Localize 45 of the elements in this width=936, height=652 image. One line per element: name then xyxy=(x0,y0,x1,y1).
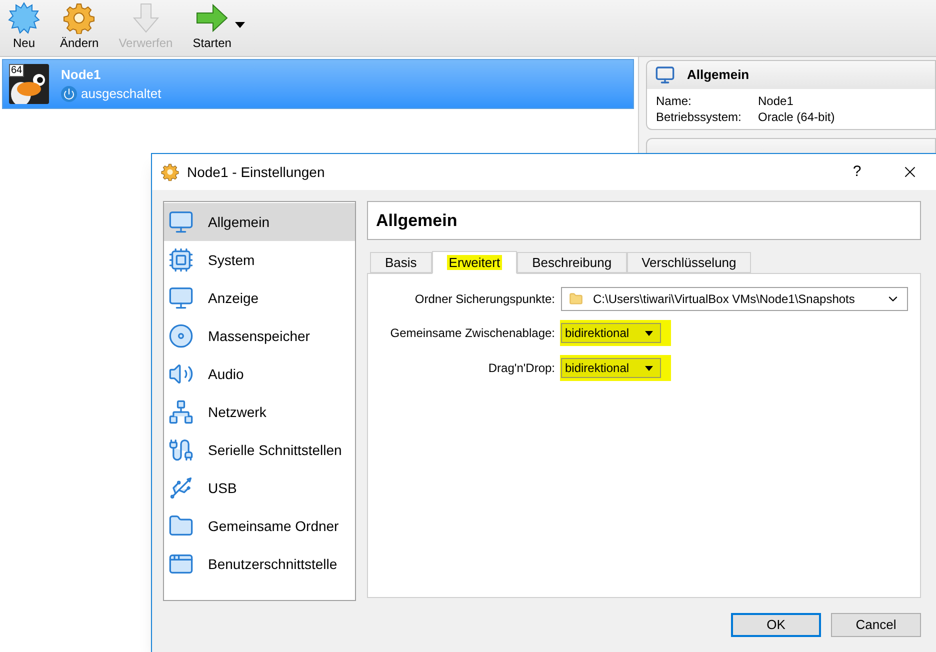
vm-state: ausgeschaltet xyxy=(81,85,162,103)
starburst-icon xyxy=(8,2,40,34)
dialog-button[interactable]: OK xyxy=(731,613,821,637)
category-icon xyxy=(168,285,194,311)
toolbar-button[interactable]: Neu xyxy=(4,2,44,52)
penguin-icon xyxy=(9,64,49,104)
section-title: Allgemein xyxy=(687,66,750,84)
sidebar-item[interactable]: Allgemein xyxy=(164,203,355,241)
folder-combo[interactable]: C:\Users\tiwari\VirtualBox VMs\Node1\Snapshots xyxy=(561,287,908,311)
detail-value: Oracle (64-bit) xyxy=(758,109,835,125)
tab[interactable]: Beschreibung xyxy=(517,252,627,273)
tab[interactable]: Basis xyxy=(370,252,432,273)
gear-icon xyxy=(161,163,179,181)
window-title: Node1 - Einstellungen xyxy=(187,162,325,182)
category-icon xyxy=(168,323,194,349)
tab[interactable]: Erweitert xyxy=(432,251,518,274)
bit-badge: 64 xyxy=(9,64,24,77)
toolbar-button[interactable]: Starten xyxy=(188,2,236,52)
monitor-icon xyxy=(655,65,675,85)
page-title: Allgemein xyxy=(376,210,458,232)
help-button[interactable]: ? xyxy=(834,154,880,190)
detail-value: Node1 xyxy=(758,93,794,109)
field-label: Gemeinsame Zwischenablage: xyxy=(389,325,555,342)
category-icon xyxy=(168,475,194,501)
tab[interactable]: Verschlüsselung xyxy=(626,252,752,273)
category-icon xyxy=(168,399,194,425)
category-icon xyxy=(168,209,194,235)
field-label: Drag'n'Drop: xyxy=(487,360,555,377)
gear-icon xyxy=(63,2,96,34)
category-icon xyxy=(168,437,194,463)
dropdown[interactable]: bidirektional xyxy=(561,323,661,343)
power-icon xyxy=(61,86,77,102)
dialog-button[interactable]: Cancel xyxy=(831,613,921,637)
right-arrow-icon xyxy=(195,2,230,34)
toolbar-button[interactable]: Ändern xyxy=(56,2,103,52)
caret-icon xyxy=(645,366,653,370)
folder-icon xyxy=(569,292,583,306)
caret-icon xyxy=(645,330,653,336)
detail-label: Name: xyxy=(656,93,692,109)
dropdown-caret-icon[interactable] xyxy=(235,22,246,28)
vm-list-item[interactable]: 64 Node1 ausgeschaltet xyxy=(2,59,634,109)
detail-label: Betriebssystem: xyxy=(656,109,742,125)
vm-name: Node1 xyxy=(61,66,102,84)
dropdown[interactable]: bidirektional xyxy=(561,358,661,378)
field-label: Ordner Sicherungspunkte: xyxy=(414,291,555,308)
